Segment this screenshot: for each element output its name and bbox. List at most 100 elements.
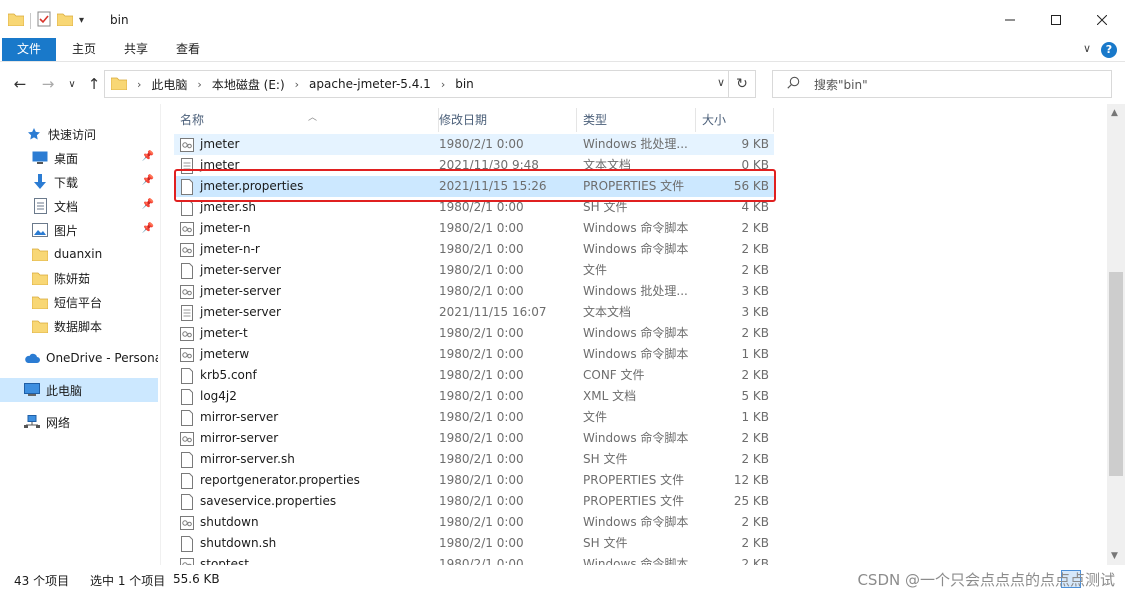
- file-row[interactable]: shutdown 1980/2/1 0:00 Windows 命令脚本 2 KB: [174, 512, 774, 533]
- file-type: XML 文档: [583, 389, 637, 403]
- file-row[interactable]: jmeter 1980/2/1 0:00 Windows 批处理... 9 KB: [174, 134, 774, 155]
- network-icon: [24, 414, 40, 430]
- file-name: stoptest: [180, 554, 430, 565]
- batch-file-icon: [180, 431, 200, 447]
- file-row[interactable]: jmeter-server 2021/11/15 16:07 文本文档 3 KB: [174, 302, 774, 323]
- file-name: reportgenerator.properties: [180, 470, 430, 491]
- scroll-up-icon[interactable]: ▲: [1111, 108, 1118, 118]
- column-header-type[interactable]: 类型: [577, 108, 696, 132]
- nav-item-network[interactable]: 网络: [0, 410, 158, 434]
- window-title: bin: [110, 13, 129, 27]
- search-input[interactable]: 搜索"bin": [814, 76, 868, 93]
- file-icon: [180, 409, 200, 426]
- file-row[interactable]: mirror-server 1980/2/1 0:00 文件 1 KB: [174, 407, 774, 428]
- navigation-bar: ← → ∨ ↑ › 此电脑 › 本地磁盘 (E:) › apache-jmete…: [0, 66, 1125, 102]
- pin-icon[interactable]: 📌: [142, 175, 154, 186]
- file-size: 2 KB: [741, 221, 769, 235]
- nav-item-duanxin[interactable]: duanxin: [0, 242, 158, 266]
- file-row[interactable]: jmeterw 1980/2/1 0:00 Windows 命令脚本 1 KB: [174, 344, 774, 365]
- nav-item-this-pc[interactable]: 此电脑: [0, 378, 158, 402]
- file-size: 1 KB: [741, 410, 769, 424]
- file-name: saveservice.properties: [180, 491, 430, 512]
- back-button[interactable]: ←: [10, 74, 30, 94]
- file-name: jmeter-server: [180, 302, 430, 323]
- scroll-down-icon[interactable]: ▼: [1111, 551, 1118, 561]
- pane-divider[interactable]: [160, 104, 161, 565]
- file-name: mirror-server: [180, 428, 430, 449]
- batch-file-icon: [180, 242, 200, 258]
- file-row[interactable]: mirror-server 1980/2/1 0:00 Windows 命令脚本 2 …: [174, 428, 774, 449]
- up-button[interactable]: ↑: [84, 74, 104, 94]
- file-row[interactable]: krb5.conf 1980/2/1 0:00 CONF 文件 2 KB: [174, 365, 774, 386]
- search-box[interactable]: 搜索"bin": [772, 70, 1112, 98]
- file-size: 2 KB: [741, 431, 769, 445]
- expand-ribbon-icon[interactable]: ∨: [1083, 42, 1091, 55]
- breadcrumb-chevron-icon[interactable]: ›: [197, 78, 201, 91]
- breadcrumb-chevron-icon[interactable]: ›: [441, 78, 445, 91]
- recent-locations-button[interactable]: ∨: [62, 74, 82, 94]
- file-row[interactable]: jmeter-n-r 1980/2/1 0:00 Windows 命令脚本 2 KB: [174, 239, 774, 260]
- quick-access-toolbar: ▾: [7, 11, 90, 30]
- vertical-scrollbar[interactable]: ▲ ▼: [1107, 104, 1125, 565]
- file-row[interactable]: mirror-server.sh 1980/2/1 0:00 SH 文件 2 KB: [174, 449, 774, 470]
- close-button[interactable]: [1079, 0, 1125, 40]
- breadcrumb-this-pc[interactable]: 此电脑: [151, 76, 187, 93]
- column-header-date[interactable]: 修改日期: [433, 108, 577, 132]
- file-date: 1980/2/1 0:00: [439, 263, 524, 277]
- help-button[interactable]: ?: [1101, 42, 1117, 58]
- minimize-button[interactable]: [987, 0, 1033, 40]
- nav-item-desktop[interactable]: 桌面 📌: [0, 146, 158, 170]
- download-icon: [32, 174, 48, 190]
- nav-item-quick-access[interactable]: 快速访问: [0, 122, 158, 146]
- breadcrumb-chevron-icon[interactable]: ›: [137, 78, 141, 91]
- scrollbar-thumb[interactable]: [1109, 272, 1123, 476]
- breadcrumb-drive[interactable]: 本地磁盘 (E:): [212, 76, 285, 93]
- new-folder-icon[interactable]: [56, 12, 74, 29]
- tab-file[interactable]: 文件: [2, 38, 56, 61]
- breadcrumb-bin[interactable]: bin: [455, 77, 474, 91]
- pin-icon[interactable]: 📌: [142, 223, 154, 234]
- properties-icon[interactable]: [37, 11, 51, 30]
- file-row[interactable]: shutdown.sh 1980/2/1 0:00 SH 文件 2 KB: [174, 533, 774, 554]
- file-type: 文件: [583, 263, 608, 277]
- nav-item-sms-platform[interactable]: 短信平台: [0, 290, 158, 314]
- desktop-icon: [32, 150, 48, 166]
- file-row[interactable]: jmeter-t 1980/2/1 0:00 Windows 命令脚本 2 KB: [174, 323, 774, 344]
- nav-item-pictures[interactable]: 图片 📌: [0, 218, 158, 242]
- file-row[interactable]: jmeter-server 1980/2/1 0:00 Windows 批处理...…: [174, 281, 774, 302]
- breadcrumb-jmeter[interactable]: apache-jmeter-5.4.1: [309, 77, 431, 91]
- nav-item-onedrive[interactable]: OneDrive - Persona: [0, 346, 158, 370]
- customize-toolbar-icon[interactable]: ▾: [79, 15, 84, 26]
- nav-item-documents[interactable]: 文档 📌: [0, 194, 158, 218]
- nav-item-downloads[interactable]: 下载 📌: [0, 170, 158, 194]
- title-bar: ▾ bin: [0, 0, 1125, 40]
- nav-item-folder-2[interactable]: 陈妍茹: [0, 266, 158, 290]
- divider: [30, 12, 31, 29]
- file-row[interactable]: log4j2 1980/2/1 0:00 XML 文档 5 KB: [174, 386, 774, 407]
- column-header-name[interactable]: 名称 ︿: [174, 108, 439, 132]
- nav-item-data-scripts[interactable]: 数据脚本: [0, 314, 158, 338]
- refresh-button[interactable]: ↻: [728, 70, 756, 98]
- file-type: Windows 命令脚本: [583, 347, 689, 361]
- file-row[interactable]: jmeter-n 1980/2/1 0:00 Windows 命令脚本 2 KB: [174, 218, 774, 239]
- status-bar: 43 个项目 选中 1 个项目 55.6 KB CSDN @一个只会点点点的点点…: [0, 566, 1125, 595]
- address-dropdown-icon[interactable]: ∨: [717, 76, 725, 89]
- maximize-button[interactable]: [1033, 0, 1079, 40]
- tab-home[interactable]: 主页: [62, 38, 106, 61]
- text-file-icon: [180, 304, 200, 321]
- file-date: 1980/2/1 0:00: [439, 242, 524, 256]
- address-bar[interactable]: › 此电脑 › 本地磁盘 (E:) › apache-jmeter-5.4.1 …: [104, 70, 756, 98]
- breadcrumb-chevron-icon[interactable]: ›: [295, 78, 299, 91]
- tab-view[interactable]: 查看: [166, 38, 210, 61]
- file-row[interactable]: saveservice.properties 1980/2/1 0:00 PROPE…: [174, 491, 774, 512]
- pin-icon[interactable]: 📌: [142, 199, 154, 210]
- forward-button[interactable]: →: [38, 74, 58, 94]
- file-size: 3 KB: [741, 284, 769, 298]
- file-row[interactable]: reportgenerator.properties 1980/2/1 0:00 P…: [174, 470, 774, 491]
- file-row[interactable]: stoptest 1980/2/1 0:00 Windows 命令脚本 2 KB: [174, 554, 774, 565]
- batch-file-icon: [180, 284, 200, 300]
- file-row[interactable]: jmeter-server 1980/2/1 0:00 文件 2 KB: [174, 260, 774, 281]
- tab-share[interactable]: 共享: [114, 38, 158, 61]
- pin-icon[interactable]: 📌: [142, 151, 154, 162]
- column-header-size[interactable]: 大小: [696, 108, 774, 132]
